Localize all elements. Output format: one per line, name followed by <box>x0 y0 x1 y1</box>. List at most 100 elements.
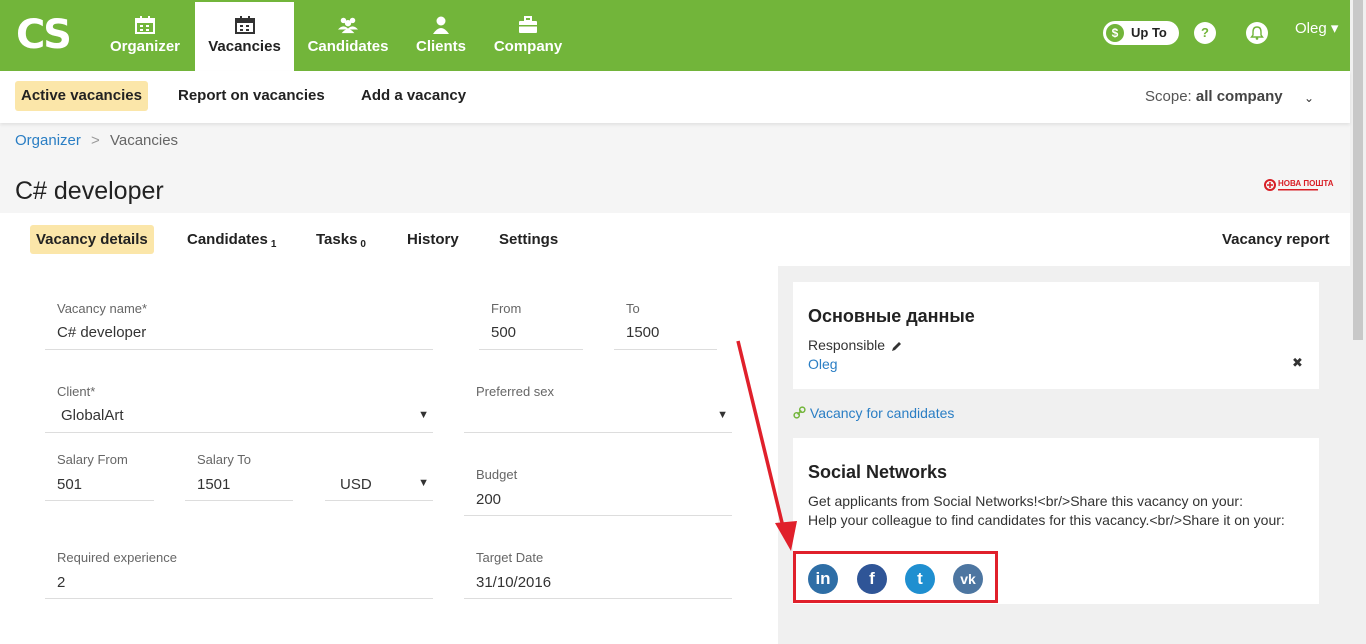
field-label: Budget <box>476 467 518 482</box>
tab-label: Vacancy details <box>36 231 148 248</box>
field-label: Target Date <box>476 550 544 565</box>
tab-settings[interactable]: Settings <box>493 225 564 254</box>
user-icon <box>433 16 449 34</box>
responsible-label: Responsible <box>808 337 886 353</box>
social-text-1: Get applicants from Social Networks!<br/… <box>808 493 1243 509</box>
social-title: Social Networks <box>808 462 948 482</box>
nav-label: Candidates <box>307 38 389 55</box>
pencil-icon[interactable] <box>891 340 903 352</box>
social-text-2: Help your colleague to find candidates f… <box>808 512 1285 528</box>
tab-candidates[interactable]: Candidates 1 <box>181 225 282 254</box>
main-info-title: Основные данные <box>808 306 975 326</box>
to-field[interactable]: To 1500 <box>614 301 717 350</box>
budget-field[interactable]: Budget 200 <box>464 467 732 516</box>
subnav-add-vacancy[interactable]: Add a vacancy <box>355 81 472 111</box>
field-value: GlobalArt <box>61 407 124 424</box>
tab-label: Settings <box>499 231 559 248</box>
nav-label: Organizer <box>109 38 181 55</box>
client-logo: НОВА ПОШТА <box>1264 179 1334 191</box>
field-value: 500 <box>491 324 517 341</box>
remove-responsible-icon[interactable]: ✖ <box>1292 353 1303 372</box>
scrollbar-thumb[interactable] <box>1353 0 1363 340</box>
breadcrumb: Organizer > Vacancies <box>15 132 178 149</box>
users-icon <box>338 17 358 34</box>
scrollbar[interactable] <box>1350 0 1366 644</box>
tab-tasks[interactable]: Tasks 0 <box>310 225 372 254</box>
subnav-report-on-vacancies[interactable]: Report on vacancies <box>172 81 331 111</box>
responsible-name-link[interactable]: Oleg <box>808 355 838 374</box>
caret-down-icon: ▼ <box>418 409 429 421</box>
client-select[interactable]: Client* GlobalArt ▼ <box>45 384 433 433</box>
user-menu[interactable]: Oleg ▾ <box>1295 19 1338 37</box>
tab-label: Candidates <box>187 231 268 248</box>
scope-selector[interactable]: Scope: all company <box>1145 88 1283 105</box>
nav-organizer[interactable]: Organizer <box>103 2 187 71</box>
annotation-highlight-box <box>793 551 998 603</box>
breadcrumb-current: Vacancies <box>109 132 179 149</box>
nav-label: Clients <box>415 38 466 55</box>
top-nav: CS Organizer Vacancies Candidates Client… <box>0 0 1350 71</box>
field-value: C# developer <box>57 324 147 341</box>
nav-clients[interactable]: Clients <box>410 2 472 71</box>
main-info-card: Основные данные Responsible Oleg ✖ <box>793 282 1319 389</box>
nav-label: Company <box>493 38 563 55</box>
vacancy-name-field[interactable]: Vacancy name* C# developer <box>45 301 433 350</box>
dollar-icon: $ <box>1106 24 1124 42</box>
upgrade-button[interactable]: $ Up To <box>1103 21 1179 45</box>
from-field[interactable]: From 500 <box>479 301 583 350</box>
nav-candidates[interactable]: Candidates <box>302 2 394 71</box>
help-icon[interactable]: ? <box>1194 22 1216 44</box>
scope-label: Scope: <box>1145 88 1192 105</box>
calendar-icon <box>234 16 255 34</box>
field-label: Vacancy name* <box>57 301 148 316</box>
tab-history[interactable]: History <box>401 225 465 254</box>
calendar-icon <box>135 16 155 34</box>
annotation-arrow <box>736 340 797 551</box>
breadcrumb-organizer[interactable]: Organizer <box>15 132 81 149</box>
vacancy-report-link[interactable]: Vacancy report <box>1222 231 1330 248</box>
bell-icon[interactable] <box>1246 22 1268 44</box>
vacancy-form: Vacancy name* C# developer From 500 To 1… <box>0 266 778 644</box>
page-title: C# developer <box>15 177 164 205</box>
caret-down-icon: ▼ <box>418 477 429 489</box>
upgrade-label: Up To <box>1131 25 1167 40</box>
field-value: 501 <box>57 476 83 493</box>
field-value: 31/10/2016 <box>476 574 552 591</box>
vacancy-for-candidates-link[interactable]: Vacancy for candidates <box>793 405 954 421</box>
tab-count: 1 <box>270 239 277 250</box>
target-date-field[interactable]: Target Date 31/10/2016 <box>464 550 732 599</box>
app-logo[interactable]: CS <box>16 15 72 55</box>
required-experience-field[interactable]: Required experience 2 <box>45 550 433 599</box>
field-label: Salary To <box>197 452 251 467</box>
nav-label: Vacancies <box>208 38 281 55</box>
nav-vacancies[interactable]: Vacancies <box>195 2 294 71</box>
currency-select[interactable]: USD ▼ <box>325 452 433 501</box>
field-label: To <box>626 301 640 316</box>
nav-company[interactable]: Company <box>488 2 568 71</box>
field-value: 1500 <box>626 324 660 341</box>
field-label: From <box>491 301 522 316</box>
field-label: Required experience <box>57 550 177 565</box>
salary-from-field[interactable]: Salary From 501 <box>45 452 154 501</box>
vacancy-link-label: Vacancy for candidates <box>809 405 955 421</box>
breadcrumb-separator: > <box>91 132 100 149</box>
sub-nav: Active vacancies Report on vacancies Add… <box>0 71 1350 123</box>
preferred-sex-select[interactable]: Preferred sex ▼ <box>464 384 732 433</box>
subnav-active-vacancies[interactable]: Active vacancies <box>15 81 148 111</box>
tab-vacancy-details[interactable]: Vacancy details <box>30 225 154 254</box>
client-logo-text: НОВА ПОШТА <box>1278 179 1334 188</box>
tab-count: 0 <box>360 239 366 250</box>
salary-to-field[interactable]: Salary To 1501 <box>185 452 293 501</box>
field-label: Preferred sex <box>476 384 555 399</box>
chevron-down-icon[interactable]: ⌄ <box>1304 91 1314 105</box>
field-label: Salary From <box>57 452 128 467</box>
field-label: Client* <box>57 384 96 399</box>
field-value: 2 <box>57 574 66 591</box>
field-value: 1501 <box>197 476 231 493</box>
scope-value: all company <box>1195 88 1283 105</box>
tab-label: Tasks <box>316 231 358 248</box>
field-value: USD <box>340 476 372 493</box>
briefcase-icon <box>519 16 537 33</box>
content-tabs: Vacancy details Candidates 1 Tasks 0 Histo… <box>0 213 1350 266</box>
field-value: 200 <box>476 491 502 508</box>
